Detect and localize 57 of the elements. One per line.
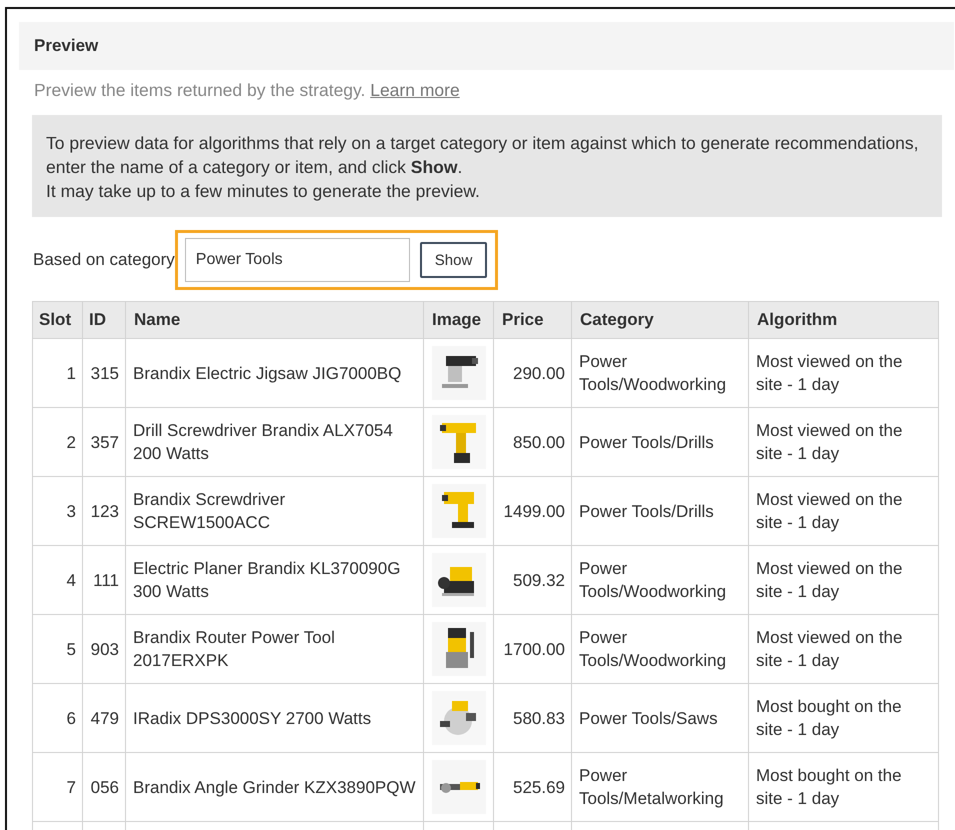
table-cell: Most viewed on the site - 1 day: [748, 338, 938, 408]
table-cell: Power Tools/Woodworking: [572, 546, 748, 614]
table-cell: 3: [32, 476, 82, 546]
table-cell: 123: [82, 476, 126, 546]
table-cell: 580.83: [494, 684, 572, 752]
table-cell: Power Tools/Metalworking: [572, 752, 748, 822]
table-cell: Electric Planer Brandix KL370090G 300 Watts: [126, 546, 424, 614]
table-cell: 2: [32, 408, 82, 476]
table-cell: Drill Screwdriver Brandix ALX7054 200 Watts: [126, 408, 424, 476]
table-cell: 4: [32, 546, 82, 614]
table-cell: 509.32: [494, 546, 572, 614]
column-header: ID: [82, 302, 126, 338]
table-cell: 315: [82, 338, 126, 408]
table-cell: Most viewed on the site - 1 day: [748, 614, 938, 684]
table-cell: 357: [82, 408, 126, 476]
info-text: To preview data for algorithms that rely on a target category or item against which to generate recommendations, enter the name of a category or item, and click Show.: [46, 132, 920, 179]
table-cell: Brandix Router Power Tool 2017ERXPK: [126, 614, 424, 684]
table-cell: 903: [82, 614, 126, 684]
table-cell: 525.69: [494, 752, 572, 822]
table-cell: 479: [82, 684, 126, 752]
table-cell: Power Tools/Drills: [572, 476, 748, 546]
table-cell: 1: [32, 338, 82, 408]
table-cell: Most viewed on the site - 1 day: [748, 476, 938, 546]
table-cell: 1700.00: [494, 614, 572, 684]
table-cell: 7: [32, 752, 82, 822]
table-cell: Most bought on the site - 1 day: [748, 684, 938, 752]
table-cell: Brandix Electric Jigsaw JIG7000BQ: [126, 338, 424, 408]
table-cell: Most viewed on the site - 1 day: [748, 546, 938, 614]
table-cell: Power Tools/Drills: [572, 408, 748, 476]
table-cell: 111: [82, 546, 126, 614]
description-text: Preview the items returned by the strategy. Learn more: [34, 80, 461, 101]
category-field[interactable]: Power Tools: [184, 238, 410, 282]
column-header: Name: [126, 302, 424, 338]
column-header: Image: [424, 302, 494, 338]
learn-more-link[interactable]: Learn more: [370, 80, 460, 100]
column-header: Price: [494, 302, 572, 338]
column-header: Slot: [32, 302, 82, 338]
table-cell: Power Tools/Woodworking: [572, 338, 748, 408]
table-cell: 850.00: [494, 408, 572, 476]
column-header: Algorithm: [748, 302, 938, 338]
panel-title: Preview: [34, 36, 98, 56]
field-label: Based on category: [33, 250, 175, 270]
table-cell: 5: [32, 614, 82, 684]
table-cell: 056: [82, 752, 126, 822]
table-cell: IRadix DPS3000SY 2700 Watts: [126, 684, 424, 752]
table-cell: Power Tools/Saws: [572, 684, 748, 752]
column-header: Category: [572, 302, 748, 338]
show-button[interactable]: Show: [420, 242, 488, 278]
table-cell: Power Tools/Woodworking: [572, 614, 748, 684]
table-cell: Most viewed on the site - 1 day: [748, 408, 938, 476]
table-cell: 290.00: [494, 338, 572, 408]
info-text: It may take up to a few minutes to generate the preview.: [46, 180, 481, 203]
table-cell: 1499.00: [494, 476, 572, 546]
table-cell: Brandix Angle Grinder KZX3890PQW: [126, 752, 424, 822]
table-cell: 6: [32, 684, 82, 752]
table-cell: Brandix Screwdriver SCREW1500ACC: [126, 476, 424, 546]
table-cell: Most bought on the site - 1 day: [748, 752, 938, 822]
